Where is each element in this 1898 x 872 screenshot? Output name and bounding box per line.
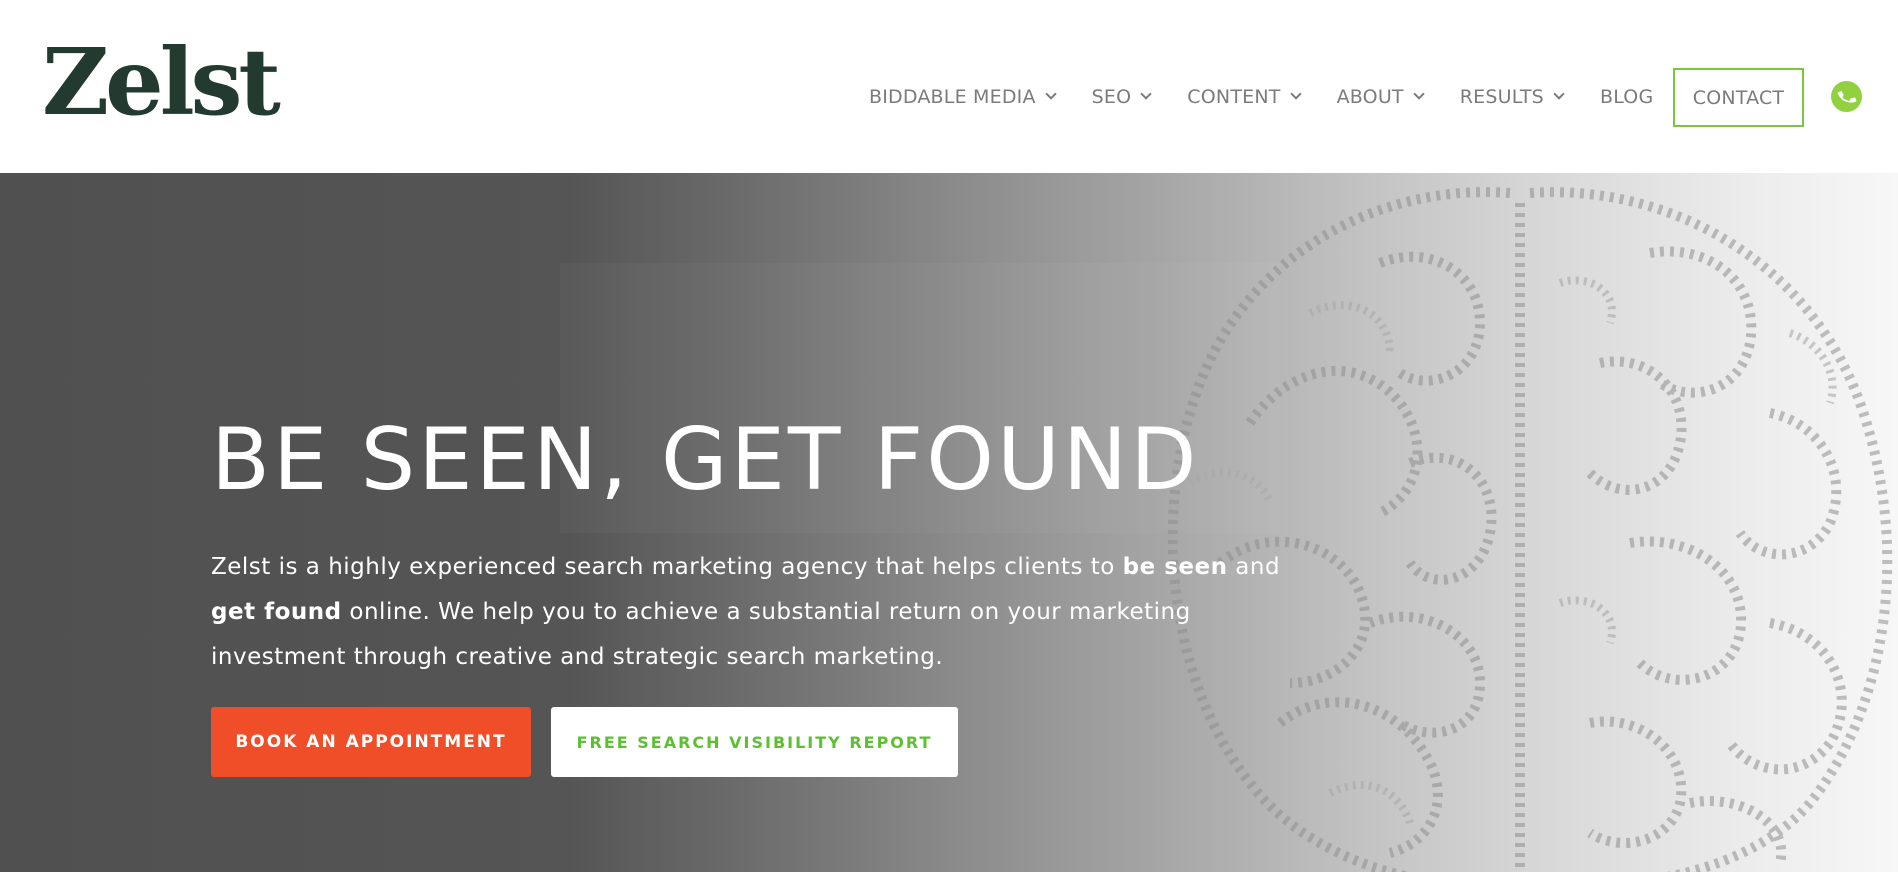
- nav-item-label: ABOUT: [1336, 86, 1404, 108]
- nav-item-about[interactable]: ABOUT: [1336, 86, 1425, 108]
- phone-icon: [1837, 90, 1856, 103]
- chevron-down-icon: [1140, 88, 1152, 100]
- chevron-down-icon: [1045, 88, 1057, 100]
- hero-text-bold: be seen: [1122, 554, 1228, 580]
- site-header: Zelst BIDDABLE MEDIA SEO CONTENT ABOUT R…: [0, 0, 1898, 173]
- contact-button[interactable]: CONTACT: [1673, 68, 1804, 127]
- contact-button-label: CONTACT: [1692, 86, 1785, 109]
- book-appointment-label: BOOK AN APPOINTMENT: [235, 732, 507, 752]
- nav-item-label: BLOG: [1599, 86, 1654, 108]
- nav-item-content[interactable]: CONTENT: [1187, 86, 1302, 108]
- hero-text-part: online. We help you to achieve a substan…: [211, 599, 1191, 670]
- nav-item-blog[interactable]: BLOG: [1600, 86, 1653, 108]
- hero-text-part: Zelst is a highly experienced search mar…: [211, 554, 1123, 580]
- hero-section: BE SEEN, GET FOUND Zelst is a highly exp…: [0, 173, 1898, 872]
- book-appointment-button[interactable]: BOOK AN APPOINTMENT: [211, 707, 531, 777]
- nav-item-label: RESULTS: [1459, 86, 1544, 108]
- free-report-label: FREE SEARCH VISIBILITY REPORT: [576, 732, 933, 752]
- nav-item-biddable-media[interactable]: BIDDABLE MEDIA: [869, 86, 1057, 108]
- binary-brain-icon: [1167, 187, 1893, 872]
- nav-item-results[interactable]: RESULTS: [1459, 86, 1565, 108]
- hero-title: BE SEEN, GET FOUND: [211, 410, 1200, 510]
- hero-text-part: and: [1227, 554, 1281, 580]
- nav-item-label: SEO: [1091, 86, 1132, 108]
- chevron-down-icon: [1553, 88, 1565, 100]
- hero-description: Zelst is a highly experienced search mar…: [211, 545, 1301, 680]
- hero-text-bold: get found: [211, 599, 342, 625]
- nav-item-label: BIDDABLE MEDIA: [869, 86, 1036, 108]
- chevron-down-icon: [1289, 88, 1302, 100]
- zelst-logo[interactable]: Zelst: [42, 36, 281, 128]
- phone-button[interactable]: [1831, 81, 1862, 112]
- free-report-button[interactable]: FREE SEARCH VISIBILITY REPORT: [551, 707, 958, 777]
- nav-item-seo[interactable]: SEO: [1091, 86, 1152, 108]
- chevron-down-icon: [1413, 88, 1425, 100]
- main-nav: BIDDABLE MEDIA SEO CONTENT ABOUT RESULTS…: [869, 68, 1690, 126]
- nav-item-label: CONTENT: [1187, 86, 1281, 108]
